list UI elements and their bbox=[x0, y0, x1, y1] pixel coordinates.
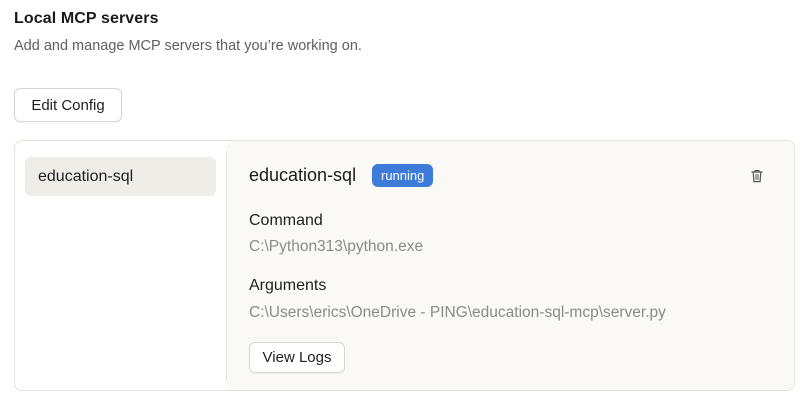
command-value: C:\Python313\python.exe bbox=[249, 238, 424, 255]
server-list-item-label: education-sql bbox=[38, 167, 134, 185]
trash-icon bbox=[751, 170, 763, 183]
status-badge: running bbox=[372, 164, 434, 187]
server-name: education-sql bbox=[249, 165, 357, 185]
server-detail: education-sql running Command C:\Python3… bbox=[227, 141, 794, 390]
server-panel: education-sql education-sql running Comm… bbox=[14, 140, 795, 391]
command-label: Command bbox=[249, 212, 323, 229]
server-list: education-sql bbox=[15, 141, 226, 390]
page-subtitle: Add and manage MCP servers that you’re w… bbox=[14, 38, 362, 54]
edit-config-button[interactable]: Edit Config bbox=[14, 88, 122, 122]
delete-server-button[interactable] bbox=[747, 166, 767, 186]
server-list-item-education-sql[interactable]: education-sql bbox=[25, 157, 216, 196]
arguments-label: Arguments bbox=[249, 277, 327, 294]
arguments-value: C:\Users\erics\OneDrive - PING\education… bbox=[249, 304, 666, 321]
page-title: Local MCP servers bbox=[14, 10, 159, 27]
view-logs-button[interactable]: View Logs bbox=[249, 342, 345, 373]
